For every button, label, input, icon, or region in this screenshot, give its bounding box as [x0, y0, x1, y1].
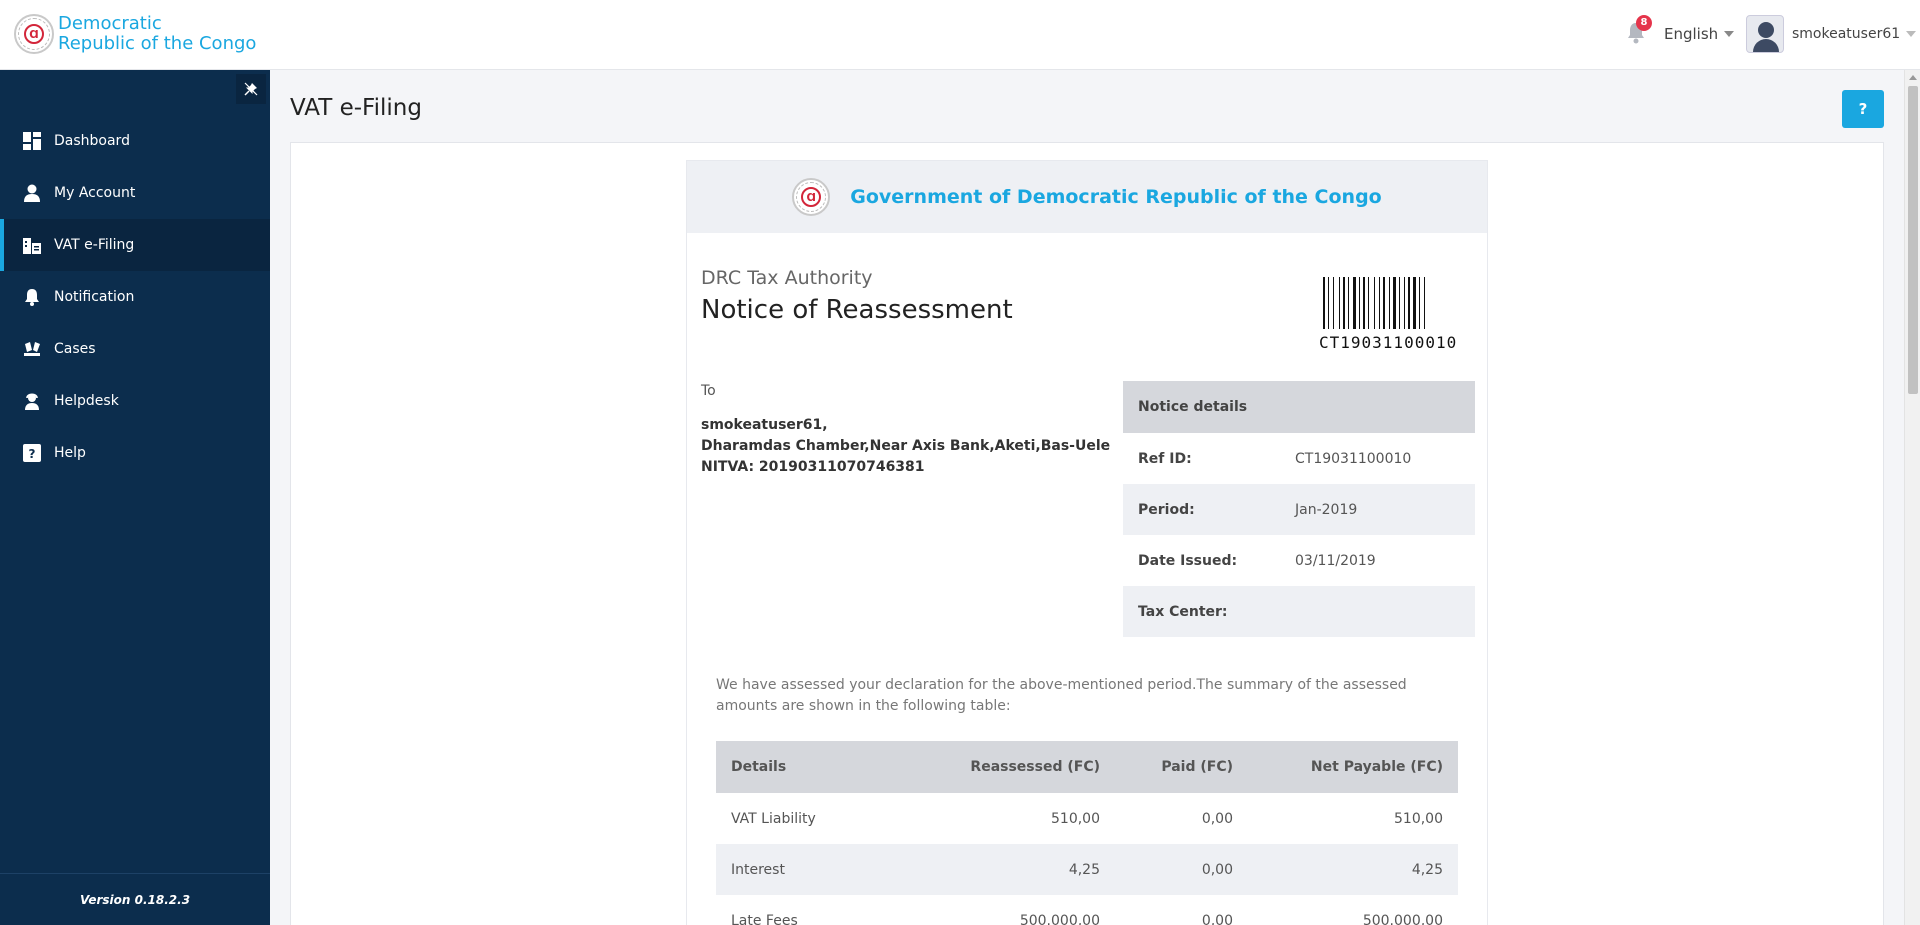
column-header: Net Payable (FC)	[1310, 759, 1443, 775]
notice-details-heading: Notice details	[1123, 381, 1475, 433]
notice-document: Ɑ Government of Democratic Republic of t…	[686, 160, 1488, 925]
app-version: Version 0.18.2.3	[0, 873, 270, 925]
table-cell: 510,00	[1051, 810, 1100, 827]
help-icon: ?	[22, 443, 42, 463]
svg-text:?: ?	[29, 447, 36, 461]
username: smokeatuser61	[1792, 26, 1901, 42]
notification-count-badge: 8	[1636, 15, 1652, 31]
table-cell: 4,25	[1411, 861, 1443, 878]
tax-authority-name: DRC Tax Authority	[701, 267, 873, 289]
detail-key: Date Issued:	[1138, 552, 1238, 569]
table-cell: Interest	[731, 861, 785, 878]
seal-emblem: Ɑ	[24, 24, 44, 44]
sidebar-item-helpdesk[interactable]: Helpdesk	[0, 375, 270, 427]
sidebar-item-cases[interactable]: Cases	[0, 323, 270, 375]
notice-header-title: Government of Democratic Republic of the…	[850, 186, 1382, 208]
recipient-address-block: smokeatuser61, Dharamdas Chamber,Near Ax…	[701, 415, 1110, 478]
language-select[interactable]: English	[1664, 25, 1735, 43]
recipient-address: Dharamdas Chamber,Near Axis Bank,Aketi,B…	[701, 438, 1111, 454]
assessment-table-header: Details Reassessed (FC) Paid (FC) Net Pa…	[716, 741, 1458, 793]
seal-emblem: Ɑ	[801, 187, 822, 207]
detail-value: Jan-2019	[1295, 501, 1358, 518]
sidebar-item-label: Helpdesk	[54, 393, 119, 409]
notice-details-table: Notice details Ref ID: CT19031100010 Per…	[1123, 381, 1475, 637]
table-cell: 4,25	[1068, 861, 1100, 878]
table-cell: 0,00	[1201, 912, 1233, 925]
detail-value: 03/11/2019	[1295, 552, 1376, 569]
chevron-down-icon	[1724, 31, 1735, 37]
sidebar-item-notification[interactable]: Notification	[0, 271, 270, 323]
assessment-summary-text: We have assessed your declaration for th…	[716, 677, 1407, 714]
bell-icon	[22, 287, 42, 307]
sidebar-item-label: My Account	[54, 185, 136, 201]
sidebar-item-vat-e-filing[interactable]: VAT e-Filing	[0, 219, 270, 271]
user-menu[interactable]: smokeatuser61	[1746, 15, 1917, 53]
detail-key: Period:	[1138, 501, 1195, 518]
table-cell: 500.000,00	[1362, 912, 1443, 925]
brand-name-line2: Republic of the Congo	[58, 33, 257, 54]
sidebar-item-dashboard[interactable]: Dashboard	[0, 115, 270, 167]
sidebar-item-my-account[interactable]: My Account	[0, 167, 270, 219]
user-icon	[22, 183, 42, 203]
recipient-name: smokeatuser61,	[701, 417, 828, 433]
page-title: VAT e-Filing	[290, 95, 422, 121]
helpdesk-icon	[22, 391, 42, 411]
column-header: Reassessed (FC)	[970, 759, 1100, 775]
table-cell: 0,00	[1201, 861, 1233, 878]
scrollbar-thumb[interactable]	[1908, 86, 1918, 394]
table-cell: Late Fees	[731, 912, 798, 925]
top-bar: Ɑ Democratic Republic of the Congo 8 Eng…	[0, 0, 1920, 70]
national-seal-icon: Ɑ	[14, 14, 54, 54]
vat-building-icon	[22, 235, 42, 255]
page-scrollbar[interactable]	[1904, 70, 1920, 925]
table-row: VAT Liability 510,00 0,00 510,00	[716, 793, 1458, 844]
column-header: Details	[731, 759, 787, 775]
sidebar-item-help[interactable]: ? Help	[0, 427, 270, 479]
table-cell: 0,00	[1201, 810, 1233, 827]
language-label: English	[1664, 25, 1719, 43]
sidebar: Dashboard My Account VAT e-Filing Notifi…	[0, 70, 270, 925]
sidebar-nav: Dashboard My Account VAT e-Filing Notifi…	[0, 115, 270, 479]
notice-title: Notice of Reassessment	[701, 295, 1013, 325]
dashboard-icon	[22, 131, 42, 151]
sidebar-item-label: Help	[54, 445, 86, 461]
table-row: Tax Center:	[1123, 586, 1475, 637]
recipient-nitva: NITVA: 20190311070746381	[701, 459, 925, 475]
table-row: Late Fees 500.000,00 0,00 500.000,00	[716, 895, 1458, 925]
assessment-table: Details Reassessed (FC) Paid (FC) Net Pa…	[716, 741, 1458, 925]
table-cell: 500.000,00	[1019, 912, 1100, 925]
brand-name-line1: Democratic	[58, 13, 162, 34]
sidebar-item-label: VAT e-Filing	[54, 237, 135, 253]
pin-toggle-icon[interactable]	[236, 74, 266, 104]
national-seal-icon: Ɑ	[792, 178, 831, 216]
scroll-up-arrow-icon[interactable]	[1909, 75, 1917, 80]
chevron-down-icon	[1906, 31, 1917, 37]
table-cell: VAT Liability	[731, 810, 816, 827]
table-row: Date Issued: 03/11/2019	[1123, 535, 1475, 586]
sidebar-item-label: Dashboard	[54, 133, 130, 149]
brand-name: Democratic Republic of the Congo	[58, 14, 256, 54]
table-row: Ref ID: CT19031100010	[1123, 433, 1475, 484]
brand-logo-link[interactable]: Ɑ Democratic Republic of the Congo	[14, 14, 256, 54]
help-button[interactable]: ?	[1842, 90, 1884, 128]
column-header: Paid (FC)	[1161, 759, 1233, 775]
sidebar-item-label: Notification	[54, 289, 135, 305]
barcode-number: CT19031100010	[1319, 333, 1458, 352]
detail-key: Ref ID:	[1138, 450, 1192, 467]
table-row: Period: Jan-2019	[1123, 484, 1475, 535]
detail-value: CT19031100010	[1295, 450, 1412, 467]
avatar	[1746, 15, 1784, 53]
cases-icon	[22, 339, 42, 359]
sidebar-item-label: Cases	[54, 341, 96, 357]
barcode-icon	[1323, 277, 1459, 329]
table-row: Interest 4,25 0,00 4,25	[716, 844, 1458, 895]
to-label: To	[701, 383, 716, 399]
detail-key: Tax Center:	[1138, 603, 1228, 620]
table-cell: 510,00	[1394, 810, 1443, 827]
notice-header: Ɑ Government of Democratic Republic of t…	[687, 161, 1487, 233]
